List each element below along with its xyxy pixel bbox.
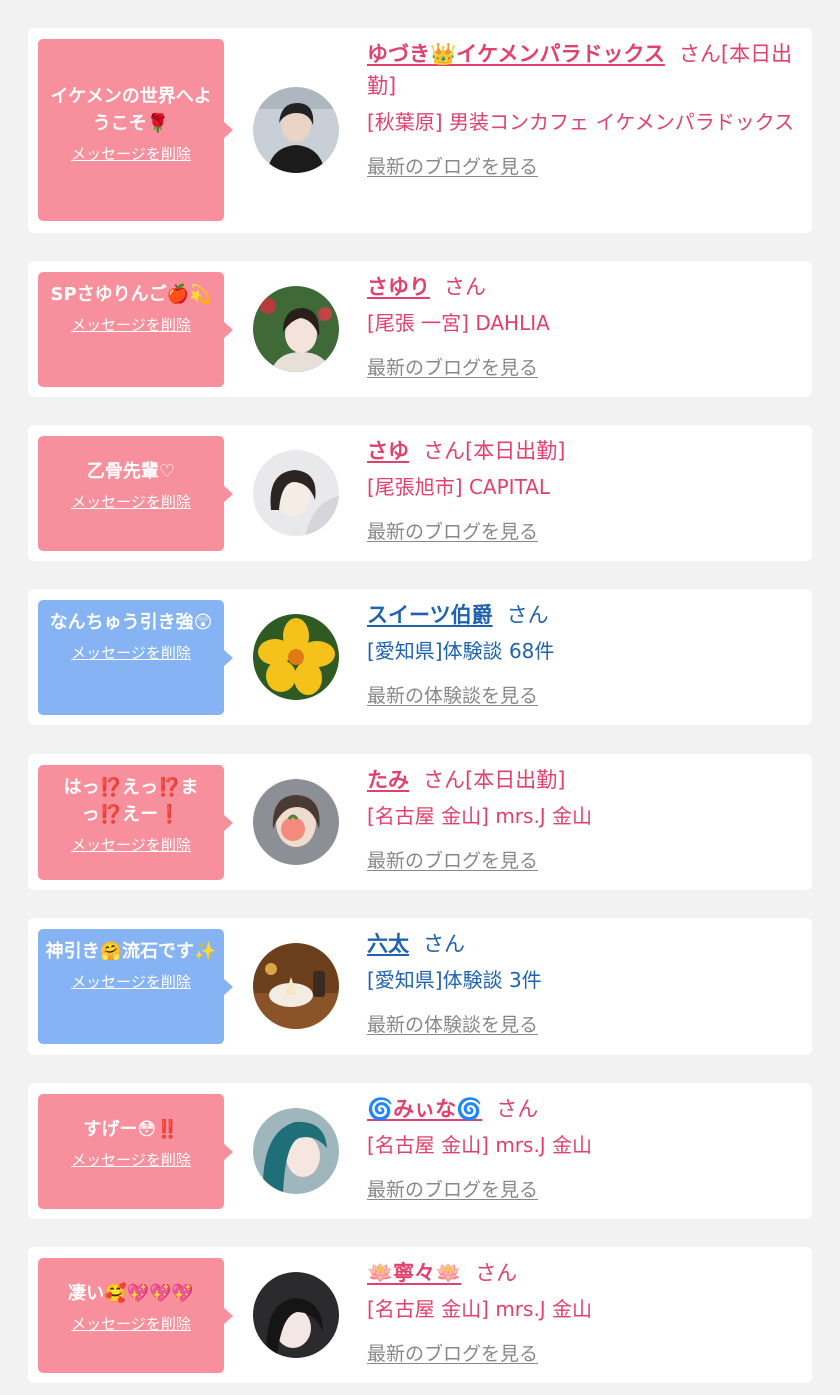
member-info: 六太 さん [愛知県]体験談 3件 最新の体験談を見る	[367, 928, 807, 1037]
delete-message-link[interactable]: メッセージを削除	[71, 314, 191, 335]
list-item: すげー😳‼️ メッセージを削除 🌀みぃな🌀 さん [名古屋 金山] mrs.J 金…	[28, 1083, 812, 1219]
message-bubble: 乙骨先輩♡ メッセージを削除	[38, 436, 233, 551]
member-info: スイーツ伯爵 さん [愛知県]体験談 68件 最新の体験談を見る	[367, 599, 807, 708]
member-name-link[interactable]: 🪷寧々🪷	[367, 1261, 461, 1285]
message-bubble: すげー😳‼️ メッセージを削除	[38, 1094, 233, 1209]
bubble-message-text: はっ⁉️えっ⁉️まっ⁉️えー❗️	[63, 777, 199, 825]
avatar-photo-girl-teal-hair	[253, 1108, 339, 1194]
avatar-photo-girl-light	[253, 450, 339, 536]
member-info: さゆ さん[本日出勤] [尾張旭市] CAPITAL 最新のブログを見る	[367, 435, 807, 544]
latest-review-link[interactable]: 最新の体験談を見る	[367, 681, 538, 708]
member-suffix: さん	[506, 603, 549, 627]
member-name-link[interactable]: 🌀みぃな🌀	[367, 1097, 482, 1121]
shop-info: [名古屋 金山] mrs.J 金山	[367, 804, 593, 828]
latest-post-link[interactable]: 最新のブログを見る	[367, 517, 538, 544]
delete-message-link[interactable]: メッセージを削除	[71, 642, 191, 663]
avatar[interactable]	[253, 286, 339, 372]
delete-message-link[interactable]: メッセージを削除	[71, 491, 191, 512]
list-item: イケメンの世界へようこそ🌹 メッセージを削除 ゆづき👑イケメンパラドックス さん[…	[28, 28, 812, 233]
member-info: ゆづき👑イケメンパラドックス さん[本日出勤] [秋葉原] 男装コンカフェ イケメ…	[367, 38, 807, 179]
bubble-message-text: 神引き🤗流石です✨	[45, 941, 217, 962]
avatar[interactable]	[253, 87, 339, 173]
member-name-link[interactable]: 六太	[367, 932, 409, 956]
member-name-link[interactable]: スイーツ伯爵	[367, 603, 493, 627]
shop-info: [尾張旭市] CAPITAL	[367, 475, 551, 499]
member-name-link[interactable]: ゆづき👑イケメンパラドックス	[367, 42, 665, 66]
list-item: はっ⁉️えっ⁉️まっ⁉️えー❗️ メッセージを削除 たみ さん[本日出勤] [名古…	[28, 754, 812, 890]
list-item: なんちゅう引き強😲 メッセージを削除 スイーツ伯爵 さん [愛知県]体験談 68件	[28, 589, 812, 725]
bubble-message-text: SPさゆりんご🍎💫	[50, 284, 212, 305]
avatar-photo-dessert-table	[253, 943, 339, 1029]
latest-post-link[interactable]: 最新のブログを見る	[367, 846, 538, 873]
shop-info: [秋葉原] 男装コンカフェ イケメンパラドックス	[367, 110, 795, 134]
member-suffix: さん	[475, 1261, 518, 1285]
bubble-message-text: なんちゅう引き強😲	[49, 612, 213, 633]
member-info: 🪷寧々🪷 さん [名古屋 金山] mrs.J 金山 最新のブログを見る	[367, 1257, 807, 1366]
member-info: さゆり さん [尾張 一宮] DAHLIA 最新のブログを見る	[367, 271, 807, 380]
delete-message-link[interactable]: メッセージを削除	[71, 971, 191, 992]
avatar[interactable]	[253, 450, 339, 536]
avatar[interactable]	[253, 943, 339, 1029]
message-bubble: 凄い🥰💖💖💖 メッセージを削除	[38, 1258, 233, 1373]
message-list: イケメンの世界へようこそ🌹 メッセージを削除 ゆづき👑イケメンパラドックス さん[…	[0, 0, 840, 1395]
member-name-link[interactable]: さゆ	[367, 439, 409, 463]
message-bubble: SPさゆりんご🍎💫 メッセージを削除	[38, 272, 233, 387]
bubble-message-text: 乙骨先輩♡	[86, 461, 176, 482]
latest-post-link[interactable]: 最新のブログを見る	[367, 1175, 538, 1202]
delete-message-link[interactable]: メッセージを削除	[71, 834, 191, 855]
latest-post-link[interactable]: 最新のブログを見る	[367, 1339, 538, 1366]
delete-message-link[interactable]: メッセージを削除	[71, 1313, 191, 1334]
avatar[interactable]	[253, 614, 339, 700]
member-info: 🌀みぃな🌀 さん [名古屋 金山] mrs.J 金山 最新のブログを見る	[367, 1093, 807, 1202]
review-info: [愛知県]体験談 3件	[367, 968, 542, 992]
avatar-photo-yellow-flower	[253, 614, 339, 700]
bubble-message-text: イケメンの世界へようこそ🌹	[50, 86, 212, 134]
member-name-link[interactable]: さゆり	[367, 275, 430, 299]
shop-info: [名古屋 金山] mrs.J 金山	[367, 1133, 593, 1157]
delete-message-link[interactable]: メッセージを削除	[71, 1149, 191, 1170]
latest-post-link[interactable]: 最新のブログを見る	[367, 152, 538, 179]
shop-info: [尾張 一宮] DAHLIA	[367, 311, 550, 335]
bubble-message-text: 凄い🥰💖💖💖	[68, 1283, 194, 1304]
list-item: 凄い🥰💖💖💖 メッセージを削除 🪷寧々🪷 さん [名古屋 金山] mrs.J 金山…	[28, 1247, 812, 1383]
message-bubble: はっ⁉️えっ⁉️まっ⁉️えー❗️ メッセージを削除	[38, 765, 233, 880]
member-suffix: さん	[444, 275, 486, 299]
avatar[interactable]	[253, 1108, 339, 1194]
avatar-photo-girl-garden	[253, 286, 339, 372]
member-suffix: さん	[423, 932, 465, 956]
list-item: 神引き🤗流石です✨ メッセージを削除 六太 さん [愛知県]体験談 3件 最新の体…	[28, 918, 812, 1055]
list-item: SPさゆりんご🍎💫 メッセージを削除 さゆり さん [尾張 一宮] DAHLIA …	[28, 261, 812, 397]
member-suffix: さん[本日出勤]	[423, 439, 566, 463]
list-item: 乙骨先輩♡ メッセージを削除 さゆ さん[本日出勤] [尾張旭市] CAPITAL…	[28, 425, 812, 561]
latest-review-link[interactable]: 最新の体験談を見る	[367, 1010, 538, 1037]
avatar-photo-girl-peach	[253, 779, 339, 865]
message-bubble: なんちゅう引き強😲 メッセージを削除	[38, 600, 233, 715]
message-bubble: 神引き🤗流石です✨ メッセージを削除	[38, 929, 233, 1044]
bubble-message-text: すげー😳‼️	[83, 1119, 179, 1140]
member-info: たみ さん[本日出勤] [名古屋 金山] mrs.J 金山 最新のブログを見る	[367, 764, 807, 873]
member-name-link[interactable]: たみ	[367, 768, 409, 792]
latest-post-link[interactable]: 最新のブログを見る	[367, 353, 538, 380]
avatar[interactable]	[253, 1272, 339, 1358]
message-bubble: イケメンの世界へようこそ🌹 メッセージを削除	[38, 39, 233, 221]
shop-info: [名古屋 金山] mrs.J 金山	[367, 1297, 593, 1321]
avatar-photo-girl-dark-hair	[253, 1272, 339, 1358]
member-suffix: さん[本日出勤]	[423, 768, 566, 792]
review-info: [愛知県]体験談 68件	[367, 639, 555, 663]
member-suffix: さん	[496, 1097, 539, 1121]
avatar-photo-man-dark	[253, 87, 339, 173]
delete-message-link[interactable]: メッセージを削除	[71, 143, 191, 164]
avatar[interactable]	[253, 779, 339, 865]
